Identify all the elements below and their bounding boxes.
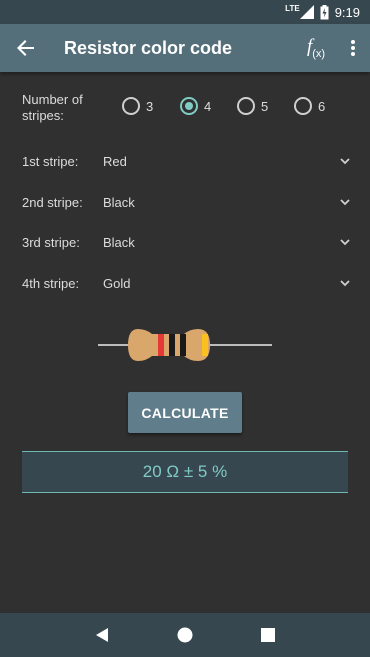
- result-value: 20 Ω ± 5 %: [142, 462, 228, 481]
- result-display: 20 Ω ± 5 %: [22, 451, 348, 493]
- radio-label: 5: [261, 98, 269, 114]
- formula-icon: f(x): [306, 36, 326, 60]
- stripes-count-label: Number of stripes:: [22, 92, 83, 123]
- nav-recents-button[interactable]: [248, 615, 288, 655]
- radio-label: 4: [204, 98, 212, 114]
- stripe-1-select[interactable]: 1st stripe: Red: [22, 149, 352, 173]
- radio-option-3[interactable]: 3: [122, 97, 153, 115]
- resistor-illustration: [98, 324, 272, 366]
- clock: 9:19: [334, 4, 360, 20]
- page-title: Resistor color code: [64, 37, 233, 58]
- chevron-down-icon[interactable]: [338, 154, 352, 168]
- navigation-bar: [0, 613, 370, 657]
- resistor-band-3: [180, 334, 186, 356]
- stripe-2-select[interactable]: 2nd stripe: Black: [22, 190, 352, 214]
- app-bar: Resistor color code f(x): [0, 24, 370, 72]
- stripe-2-label: 2nd stripe:: [22, 194, 83, 210]
- chevron-down-icon[interactable]: [338, 195, 352, 209]
- radio-label: 6: [318, 98, 326, 114]
- back-button[interactable]: [0, 24, 52, 72]
- stripe-3-value[interactable]: Black: [103, 235, 338, 250]
- arrow-back-icon: [17, 40, 34, 56]
- nav-back-icon: [95, 628, 108, 642]
- nav-home-icon: [177, 627, 193, 643]
- radio-label: 3: [146, 98, 154, 114]
- radio-circle-checked[interactable]: [180, 97, 198, 115]
- more-options-button[interactable]: [336, 24, 370, 72]
- battery-charging-icon: [320, 4, 329, 19]
- stripe-4-label: 4th stripe:: [22, 275, 80, 291]
- resistor-band-2: [169, 334, 175, 356]
- stripe-1-label: 1st stripe:: [22, 153, 79, 169]
- stripe-3-label: 3rd stripe:: [22, 234, 80, 250]
- resistor-band-4: [202, 334, 208, 356]
- radio-option-6[interactable]: 6: [294, 97, 325, 115]
- radio-circle[interactable]: [294, 97, 312, 115]
- radio-option-4[interactable]: 4: [180, 97, 211, 115]
- resistor-band-1: [158, 334, 164, 356]
- radio-circle[interactable]: [237, 97, 255, 115]
- radio-circle[interactable]: [122, 97, 140, 115]
- stripe-3-select[interactable]: 3rd stripe: Black: [22, 230, 352, 254]
- calculate-button[interactable]: CALCULATE: [128, 392, 242, 433]
- stripe-1-value[interactable]: Red: [103, 154, 338, 169]
- chevron-down-icon[interactable]: [338, 235, 352, 249]
- radio-option-5[interactable]: 5: [237, 97, 268, 115]
- chevron-down-icon[interactable]: [338, 276, 352, 290]
- nav-recents-icon: [261, 628, 276, 642]
- resistor-icon: [98, 329, 272, 361]
- status-bar: LTE 9:19: [0, 0, 370, 24]
- network-type: LTE: [285, 3, 300, 13]
- stripe-4-value[interactable]: Gold: [103, 276, 338, 291]
- more-vert-icon: [351, 40, 355, 56]
- nav-home-button[interactable]: [165, 615, 205, 655]
- signal-icon: [299, 5, 314, 19]
- stripes-count-row: Number of stripes: 3 4 5 6: [22, 92, 362, 126]
- stripe-2-value[interactable]: Black: [103, 195, 338, 210]
- stripe-4-select[interactable]: 4th stripe: Gold: [22, 271, 352, 295]
- nav-back-button[interactable]: [82, 615, 122, 655]
- formula-button[interactable]: f(x): [296, 24, 336, 72]
